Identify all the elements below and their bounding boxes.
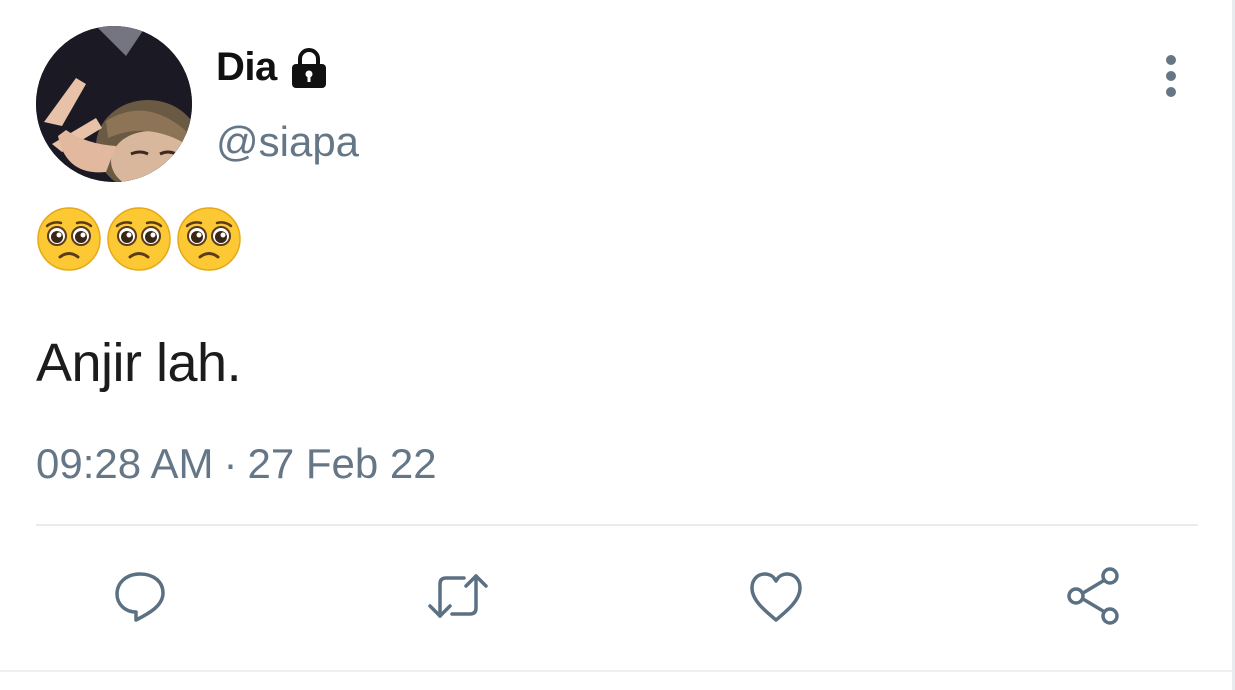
heart-icon: [750, 572, 802, 622]
action-bar: [0, 560, 1235, 640]
lock-icon: [287, 46, 331, 90]
divider: [36, 524, 1198, 526]
pleading-face-emoji: [107, 207, 171, 271]
reply-icon: [115, 572, 165, 622]
avatar[interactable]: [36, 26, 192, 182]
pleading-face-emoji: [37, 207, 101, 271]
user-handle[interactable]: @siapa: [216, 118, 359, 166]
tweet-time: 09:28 AM: [36, 440, 214, 487]
meta-separator: ·: [223, 440, 238, 487]
like-button[interactable]: [740, 560, 812, 632]
retweet-button[interactable]: [422, 560, 494, 632]
retweet-icon: [428, 574, 488, 618]
pleading-face-emoji: [177, 207, 241, 271]
profile-photo: [36, 26, 192, 182]
tweet-date: 27 Feb 22: [247, 440, 437, 487]
display-name-row: Dia: [216, 44, 331, 90]
reply-button[interactable]: [104, 560, 176, 632]
emoji-row: [36, 206, 242, 272]
share-button[interactable]: [1058, 560, 1130, 632]
tweet-card: Dia @siapa Anjir lah. 09:28 AM · 27 Feb …: [0, 0, 1235, 690]
tweet-timestamp[interactable]: 09:28 AM · 27 Feb 22: [36, 440, 437, 488]
share-icon: [1067, 567, 1119, 625]
bottom-divider: [0, 670, 1235, 672]
more-options-icon[interactable]: [1155, 52, 1187, 100]
tweet-text: Anjir lah.: [36, 333, 242, 393]
display-name[interactable]: Dia: [216, 45, 277, 90]
